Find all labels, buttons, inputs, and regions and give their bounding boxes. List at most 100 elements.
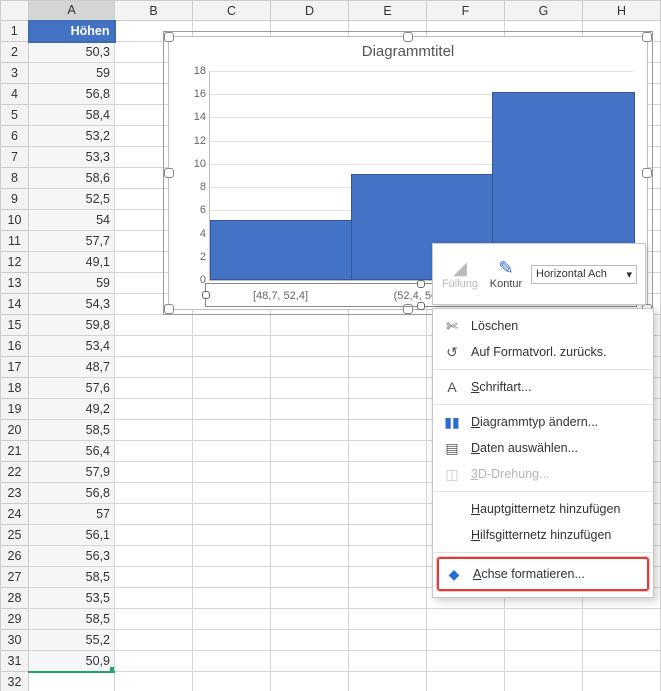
cell[interactable] xyxy=(505,651,583,672)
cell[interactable] xyxy=(427,609,505,630)
cell[interactable] xyxy=(427,651,505,672)
cell[interactable] xyxy=(115,378,193,399)
row-header[interactable]: 32 xyxy=(1,672,29,691)
ctx-change-chart-type[interactable]: ▮▮ Diagrammtyp ändern... xyxy=(433,409,653,435)
col-header-D[interactable]: D xyxy=(271,1,349,21)
row-header[interactable]: 12 xyxy=(1,252,29,273)
cell[interactable]: 54 xyxy=(29,210,115,231)
row-header[interactable]: 8 xyxy=(1,168,29,189)
row-header[interactable]: 23 xyxy=(1,483,29,504)
cell[interactable]: 53,2 xyxy=(29,126,115,147)
cell[interactable] xyxy=(193,315,271,336)
cell[interactable] xyxy=(271,588,349,609)
row-header[interactable]: 5 xyxy=(1,105,29,126)
cell[interactable]: 58,5 xyxy=(29,567,115,588)
cell[interactable] xyxy=(115,357,193,378)
cell[interactable]: 58,4 xyxy=(29,105,115,126)
cell[interactable] xyxy=(271,420,349,441)
col-header-E[interactable]: E xyxy=(349,1,427,21)
cell[interactable] xyxy=(271,441,349,462)
row-header[interactable]: 25 xyxy=(1,525,29,546)
col-header-H[interactable]: H xyxy=(583,1,661,21)
cell[interactable] xyxy=(349,651,427,672)
ctx-select-data[interactable]: ▤ Daten auswählen... xyxy=(433,435,653,461)
cell[interactable] xyxy=(115,336,193,357)
cell[interactable] xyxy=(271,651,349,672)
cell[interactable] xyxy=(583,651,661,672)
cell[interactable] xyxy=(193,420,271,441)
cell[interactable] xyxy=(349,609,427,630)
cell[interactable] xyxy=(193,672,271,691)
cell[interactable] xyxy=(349,504,427,525)
cell[interactable] xyxy=(349,462,427,483)
cell[interactable] xyxy=(349,588,427,609)
cell[interactable] xyxy=(29,672,115,691)
row-header[interactable]: 16 xyxy=(1,336,29,357)
cell[interactable] xyxy=(271,525,349,546)
row-header[interactable]: 14 xyxy=(1,294,29,315)
cell[interactable] xyxy=(115,546,193,567)
cell[interactable]: 57,7 xyxy=(29,231,115,252)
row-header[interactable]: 29 xyxy=(1,609,29,630)
ctx-format-axis[interactable]: ◆ Achse formatieren... xyxy=(437,557,649,591)
ctx-font[interactable]: A Schriftart... xyxy=(433,374,653,400)
cell[interactable] xyxy=(193,525,271,546)
shape-style-selector[interactable]: Horizontal Ach ▾ xyxy=(531,265,637,284)
outline-button[interactable]: ✎ Kontur xyxy=(485,258,527,290)
row-header[interactable]: 27 xyxy=(1,567,29,588)
chart-bar[interactable] xyxy=(210,220,353,280)
cell[interactable] xyxy=(349,630,427,651)
col-header-G[interactable]: G xyxy=(505,1,583,21)
row-header[interactable]: 17 xyxy=(1,357,29,378)
cell[interactable] xyxy=(271,546,349,567)
cell[interactable]: 59 xyxy=(29,273,115,294)
cell[interactable] xyxy=(271,336,349,357)
row-header[interactable]: 20 xyxy=(1,420,29,441)
cell[interactable] xyxy=(115,609,193,630)
row-header[interactable]: 3 xyxy=(1,63,29,84)
ctx-add-major-gridlines[interactable]: Hauptgitternetz hinzufügen xyxy=(433,496,653,522)
cell[interactable] xyxy=(193,441,271,462)
row-header[interactable]: 2 xyxy=(1,42,29,63)
cell[interactable]: 56,8 xyxy=(29,84,115,105)
cell[interactable] xyxy=(349,399,427,420)
cell[interactable] xyxy=(427,630,505,651)
cell[interactable] xyxy=(193,462,271,483)
cell[interactable] xyxy=(349,567,427,588)
cell[interactable] xyxy=(349,315,427,336)
cell[interactable] xyxy=(271,378,349,399)
cell[interactable] xyxy=(271,630,349,651)
row-header[interactable]: 13 xyxy=(1,273,29,294)
cell[interactable]: 59,8 xyxy=(29,315,115,336)
row-header[interactable]: 6 xyxy=(1,126,29,147)
cell[interactable] xyxy=(349,420,427,441)
row-header[interactable]: 21 xyxy=(1,441,29,462)
cell[interactable]: 59 xyxy=(29,63,115,84)
cell[interactable] xyxy=(193,630,271,651)
row-header[interactable]: 4 xyxy=(1,84,29,105)
ctx-delete[interactable]: ✄ Löschen xyxy=(433,313,653,339)
cell[interactable]: 54,3 xyxy=(29,294,115,315)
row-header[interactable]: 31 xyxy=(1,651,29,672)
cell[interactable] xyxy=(193,588,271,609)
row-header[interactable]: 7 xyxy=(1,147,29,168)
cell[interactable] xyxy=(271,462,349,483)
col-header-C[interactable]: C xyxy=(193,1,271,21)
cell[interactable] xyxy=(271,672,349,691)
cell[interactable]: 58,5 xyxy=(29,420,115,441)
cell[interactable] xyxy=(271,399,349,420)
cell[interactable] xyxy=(271,357,349,378)
cell[interactable]: 58,5 xyxy=(29,609,115,630)
select-all-corner[interactable] xyxy=(1,1,29,21)
cell[interactable] xyxy=(349,378,427,399)
row-header[interactable]: 24 xyxy=(1,504,29,525)
cell[interactable] xyxy=(271,567,349,588)
cell[interactable]: 49,1 xyxy=(29,252,115,273)
cell[interactable] xyxy=(193,357,271,378)
cell[interactable]: 57 xyxy=(29,504,115,525)
cell[interactable]: 53,4 xyxy=(29,336,115,357)
cell[interactable] xyxy=(349,483,427,504)
cell[interactable]: 53,5 xyxy=(29,588,115,609)
cell[interactable] xyxy=(193,378,271,399)
cell[interactable] xyxy=(115,420,193,441)
